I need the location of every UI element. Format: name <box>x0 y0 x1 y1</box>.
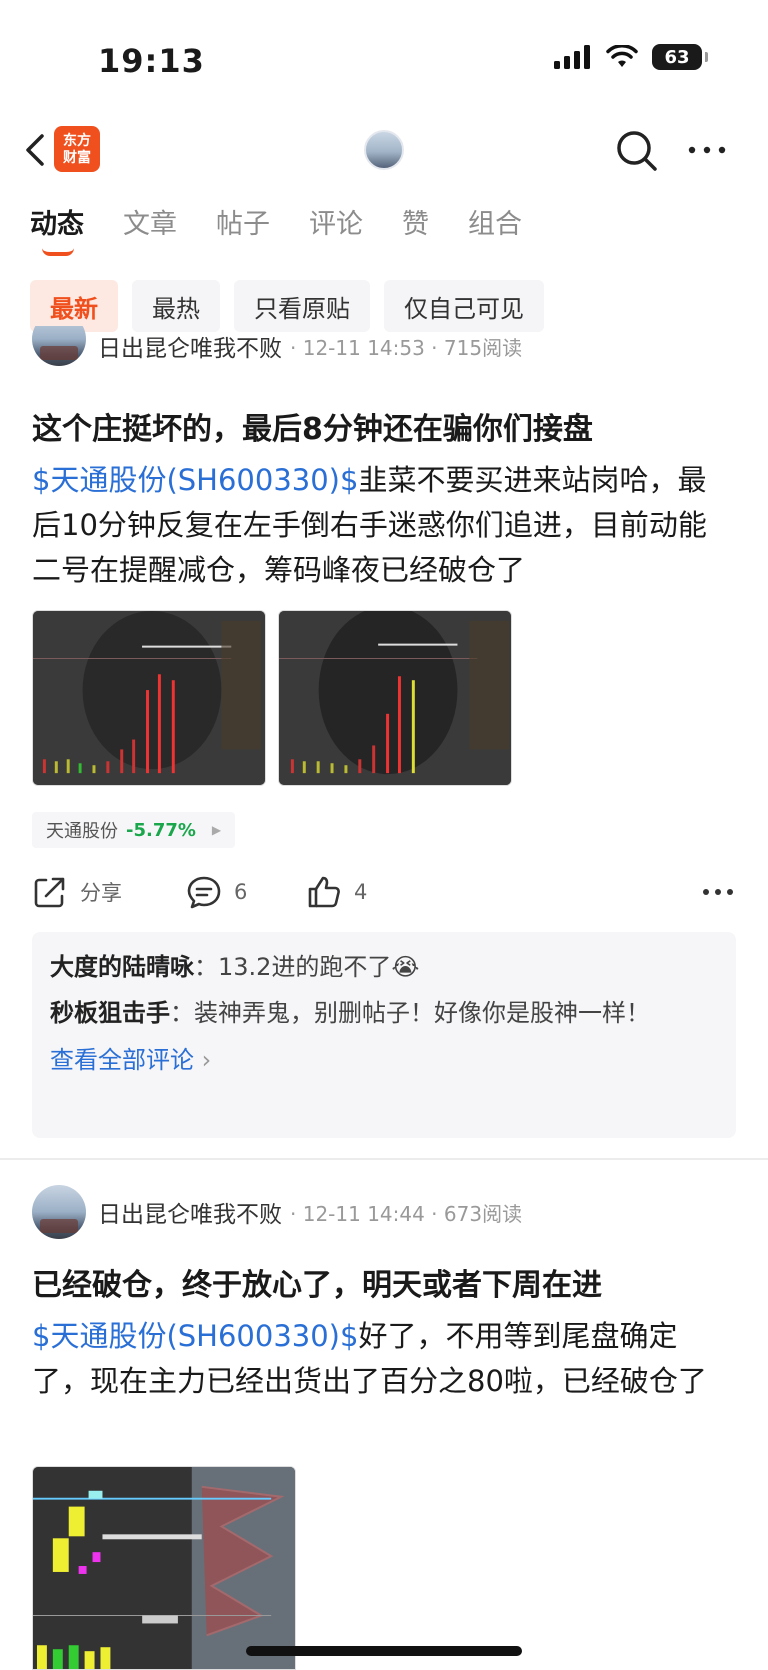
caret-right-icon: ▶ <box>211 823 222 837</box>
profile-avatar[interactable] <box>364 130 404 170</box>
comment-button[interactable]: 6 <box>186 867 247 917</box>
comment-item[interactable]: 秒板狙击手：装神弄鬼，别删帖子！好像你是股神一样！ <box>50 994 718 1032</box>
signal-icon <box>554 45 590 69</box>
tab-label: 赞 <box>402 209 429 240</box>
stock-link[interactable]: $天通股份(SH600330)$ <box>32 1319 358 1353</box>
post-actions: 分享 6 4 <box>32 867 736 917</box>
stock-change: -5.77% <box>126 819 196 841</box>
tab-label: 组合 <box>468 209 522 240</box>
chip-private[interactable]: 仅自己可见 <box>384 280 544 332</box>
more-icon[interactable] <box>684 132 730 168</box>
comment-count: 6 <box>234 880 248 904</box>
tab-portfolio[interactable]: 组合 <box>468 204 522 260</box>
comment-text: 装神弄鬼，别删帖子！好像你是股神一样！ <box>194 999 650 1027</box>
tab-label: 评论 <box>309 209 363 240</box>
tab-likes[interactable]: 赞 <box>402 204 429 260</box>
post-image[interactable] <box>278 610 512 786</box>
post-title[interactable]: 这个庄挺坏的，最后8分钟还在骗你们接盘 <box>32 404 593 448</box>
author-name[interactable]: 日出昆仑唯我不败 <box>98 329 282 363</box>
comment-separator: ： <box>170 999 194 1027</box>
user-avatar[interactable] <box>32 326 86 366</box>
stock-name: 天通股份 <box>46 821 118 842</box>
like-count: 4 <box>354 880 368 904</box>
post-divider <box>0 1158 768 1160</box>
back-icon[interactable] <box>18 130 54 170</box>
post-header: 日出昆仑唯我不败 · 12-11 14:44 · 673阅读 <box>32 1184 522 1240</box>
nav-bar: 东方 财富 <box>0 118 768 182</box>
commenter-name[interactable]: 秒板狙击手 <box>50 999 170 1027</box>
tab-label: 帖子 <box>216 209 270 240</box>
search-icon[interactable] <box>614 128 660 174</box>
tab-posts[interactable]: 帖子 <box>216 204 270 260</box>
post-header: 日出昆仑唯我不败 · 12-11 14:53 · 715阅读 <box>32 326 522 366</box>
post-body[interactable]: $天通股份(SH600330)$好了，不用等到尾盘确定了，现在主力已经出货出了百… <box>32 1314 732 1404</box>
share-icon <box>34 877 65 908</box>
comment-preview: 大度的陆晴咏：13.2进的跑不了😭 秒板狙击手：装神弄鬼，别删帖子！好像你是股神… <box>32 932 736 1138</box>
app-logo-line1: 东方 <box>63 133 91 149</box>
thumbs-up-icon <box>308 876 340 908</box>
tab-label: 动态 <box>30 209 84 240</box>
app-logo[interactable]: 东方 财富 <box>54 126 100 172</box>
tab-label: 文章 <box>123 209 177 240</box>
comment-text: 13.2进的跑不了😭 <box>218 953 420 981</box>
post-image[interactable] <box>32 610 266 786</box>
chip-hottest[interactable]: 最热 <box>132 280 220 332</box>
user-avatar[interactable] <box>32 1185 86 1239</box>
author-name[interactable]: 日出昆仑唯我不败 <box>98 1195 282 1229</box>
comment-separator: ： <box>194 953 218 981</box>
chip-original-only[interactable]: 只看原贴 <box>234 280 370 332</box>
view-all-comments-link[interactable]: 查看全部评论 › <box>50 1040 718 1075</box>
app-logo-line2: 财富 <box>63 150 91 166</box>
commenter-name[interactable]: 大度的陆晴咏 <box>50 953 194 981</box>
status-icons: 63 <box>554 44 708 70</box>
wifi-icon <box>606 45 638 67</box>
share-label: 分享 <box>80 881 122 905</box>
post-meta: · 12-11 14:44 · 673阅读 <box>290 1201 523 1226</box>
filter-chips: 最新 最热 只看原贴 仅自己可见 <box>30 280 544 332</box>
like-button[interactable]: 4 <box>306 867 367 917</box>
tab-active-indicator <box>42 248 74 256</box>
share-button[interactable]: 分享 <box>32 867 122 917</box>
post-body[interactable]: $天通股份(SH600330)$韭菜不要买进来站岗哈，最后10分钟反复在左手倒右… <box>32 458 732 593</box>
battery-icon: 63 <box>652 44 708 70</box>
post-meta: · 12-11 14:53 · 715阅读 <box>290 335 523 360</box>
status-time: 19:13 <box>98 42 205 80</box>
post-title[interactable]: 已经破仓，终于放心了，明天或者下周在进 <box>32 1260 602 1304</box>
more-options-icon[interactable] <box>700 874 736 910</box>
post-image[interactable] <box>32 1466 296 1670</box>
tab-articles[interactable]: 文章 <box>123 204 177 260</box>
profile-tabs: 动态 文章 帖子 评论 赞 组合 <box>30 204 561 260</box>
tab-comments[interactable]: 评论 <box>309 204 363 260</box>
comment-icon <box>187 876 221 909</box>
view-all-label: 查看全部评论 <box>50 1046 194 1074</box>
comment-item[interactable]: 大度的陆晴咏：13.2进的跑不了😭 <box>50 948 718 986</box>
stock-quote-chip[interactable]: 天通股份 -5.77% ▶ <box>32 812 236 848</box>
status-bar: 19:13 63 <box>0 0 768 110</box>
chip-latest[interactable]: 最新 <box>30 280 118 332</box>
home-indicator <box>246 1646 522 1656</box>
stock-link[interactable]: $天通股份(SH600330)$ <box>32 463 358 497</box>
tab-dynamics[interactable]: 动态 <box>30 204 84 260</box>
chevron-right-icon: › <box>194 1046 212 1074</box>
